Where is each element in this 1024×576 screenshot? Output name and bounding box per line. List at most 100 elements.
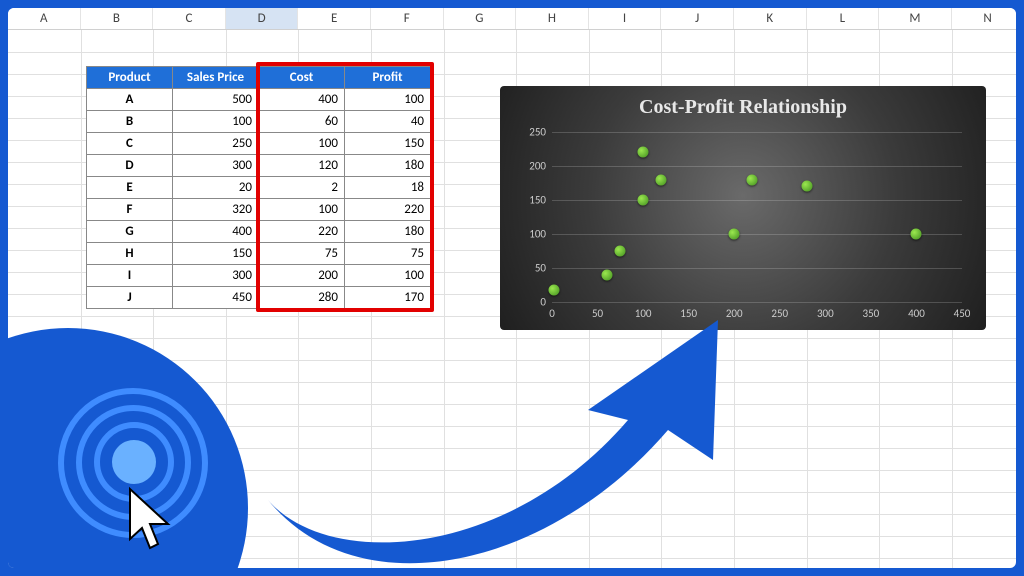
scatter-chart[interactable]: Cost-Profit Relationship 050100150200250… <box>500 86 986 330</box>
cell-sales-price[interactable]: 100 <box>173 111 259 133</box>
cell-cost[interactable]: 120 <box>259 155 345 177</box>
chart-xtick: 0 <box>549 307 555 320</box>
column-header-F[interactable]: F <box>371 8 444 29</box>
cell-profit[interactable]: 180 <box>345 155 431 177</box>
chart-xtick: 200 <box>726 307 743 320</box>
column-header-L[interactable]: L <box>807 8 880 29</box>
chart-ytick: 200 <box>512 160 546 173</box>
cell-profit[interactable]: 150 <box>345 133 431 155</box>
chart-xtick: 50 <box>592 307 603 320</box>
cell-cost[interactable]: 100 <box>259 133 345 155</box>
chart-xtick: 450 <box>954 307 971 320</box>
chart-point <box>601 269 612 280</box>
cell-cost[interactable]: 400 <box>259 89 345 111</box>
chart-point <box>729 229 740 240</box>
cell-sales-price[interactable]: 300 <box>173 155 259 177</box>
chart-ytick: 0 <box>512 296 546 309</box>
cell-product[interactable]: B <box>87 111 173 133</box>
table-row[interactable]: A500400100 <box>87 89 431 111</box>
table-header[interactable]: Sales Price <box>173 67 259 89</box>
cell-cost[interactable]: 220 <box>259 221 345 243</box>
column-header-B[interactable]: B <box>81 8 154 29</box>
column-header-C[interactable]: C <box>153 8 226 29</box>
cell-sales-price[interactable]: 400 <box>173 221 259 243</box>
column-header-N[interactable]: N <box>952 8 1016 29</box>
table-row[interactable]: H1507575 <box>87 243 431 265</box>
table-row[interactable]: E20218 <box>87 177 431 199</box>
cell-cost[interactable]: 280 <box>259 287 345 309</box>
column-header-row: ABCDEFGHIJKLMN <box>8 8 1016 30</box>
cell-cost[interactable]: 2 <box>259 177 345 199</box>
table-header[interactable]: Profit <box>345 67 431 89</box>
cell-cost[interactable]: 75 <box>259 243 345 265</box>
chart-ytick: 50 <box>512 262 546 275</box>
cell-profit[interactable]: 40 <box>345 111 431 133</box>
cell-product[interactable]: G <box>87 221 173 243</box>
column-header-K[interactable]: K <box>734 8 807 29</box>
cell-sales-price[interactable]: 150 <box>173 243 259 265</box>
table-row[interactable]: G400220180 <box>87 221 431 243</box>
chart-point <box>638 195 649 206</box>
cell-profit[interactable]: 220 <box>345 199 431 221</box>
cell-profit[interactable]: 170 <box>345 287 431 309</box>
spreadsheet-frame: ABCDEFGHIJKLMN ProductSales PriceCostPro… <box>8 8 1016 568</box>
cell-cost[interactable]: 200 <box>259 265 345 287</box>
cursor-icon <box>120 484 180 564</box>
chart-ytick: 150 <box>512 194 546 207</box>
table-row[interactable]: I300200100 <box>87 265 431 287</box>
cell-sales-price[interactable]: 250 <box>173 133 259 155</box>
cell-profit[interactable]: 180 <box>345 221 431 243</box>
column-header-G[interactable]: G <box>444 8 517 29</box>
cell-product[interactable]: I <box>87 265 173 287</box>
column-header-I[interactable]: I <box>589 8 662 29</box>
data-table[interactable]: ProductSales PriceCostProfit A500400100B… <box>86 66 431 309</box>
table-row[interactable]: C250100150 <box>87 133 431 155</box>
cell-product[interactable]: J <box>87 287 173 309</box>
table-header[interactable]: Product <box>87 67 173 89</box>
cell-profit[interactable]: 100 <box>345 89 431 111</box>
chart-point <box>638 147 649 158</box>
table-row[interactable]: D300120180 <box>87 155 431 177</box>
cell-product[interactable]: A <box>87 89 173 111</box>
logo-dot-icon <box>112 440 156 484</box>
cell-product[interactable]: D <box>87 155 173 177</box>
cell-profit[interactable]: 18 <box>345 177 431 199</box>
column-header-M[interactable]: M <box>879 8 952 29</box>
cell-profit[interactable]: 100 <box>345 265 431 287</box>
cell-sales-price[interactable]: 450 <box>173 287 259 309</box>
chart-xtick: 100 <box>635 307 652 320</box>
column-header-A[interactable]: A <box>8 8 81 29</box>
table-row[interactable]: B1006040 <box>87 111 431 133</box>
chart-xtick: 400 <box>908 307 925 320</box>
cell-product[interactable]: F <box>87 199 173 221</box>
chart-plot-area: 0501001502002500501001502002503003504004… <box>552 132 962 302</box>
cell-product[interactable]: C <box>87 133 173 155</box>
column-header-H[interactable]: H <box>516 8 589 29</box>
column-header-E[interactable]: E <box>298 8 371 29</box>
chart-ytick: 250 <box>512 126 546 139</box>
cell-cost[interactable]: 60 <box>259 111 345 133</box>
column-header-J[interactable]: J <box>661 8 734 29</box>
chart-xtick: 350 <box>863 307 880 320</box>
chart-point <box>911 229 922 240</box>
arrow-icon <box>208 310 768 568</box>
cell-product[interactable]: E <box>87 177 173 199</box>
chart-title: Cost-Profit Relationship <box>500 86 986 119</box>
table-row[interactable]: F320100220 <box>87 199 431 221</box>
chart-xtick: 300 <box>817 307 834 320</box>
cell-cost[interactable]: 100 <box>259 199 345 221</box>
cell-sales-price[interactable]: 20 <box>173 177 259 199</box>
chart-point <box>656 174 667 185</box>
chart-point <box>615 246 626 257</box>
cell-sales-price[interactable]: 500 <box>173 89 259 111</box>
table-row[interactable]: J450280170 <box>87 287 431 309</box>
chart-point <box>548 284 559 295</box>
table-header[interactable]: Cost <box>259 67 345 89</box>
chart-ytick: 100 <box>512 228 546 241</box>
cell-sales-price[interactable]: 300 <box>173 265 259 287</box>
cell-sales-price[interactable]: 320 <box>173 199 259 221</box>
chart-point <box>802 181 813 192</box>
cell-product[interactable]: H <box>87 243 173 265</box>
column-header-D[interactable]: D <box>226 8 299 29</box>
cell-profit[interactable]: 75 <box>345 243 431 265</box>
